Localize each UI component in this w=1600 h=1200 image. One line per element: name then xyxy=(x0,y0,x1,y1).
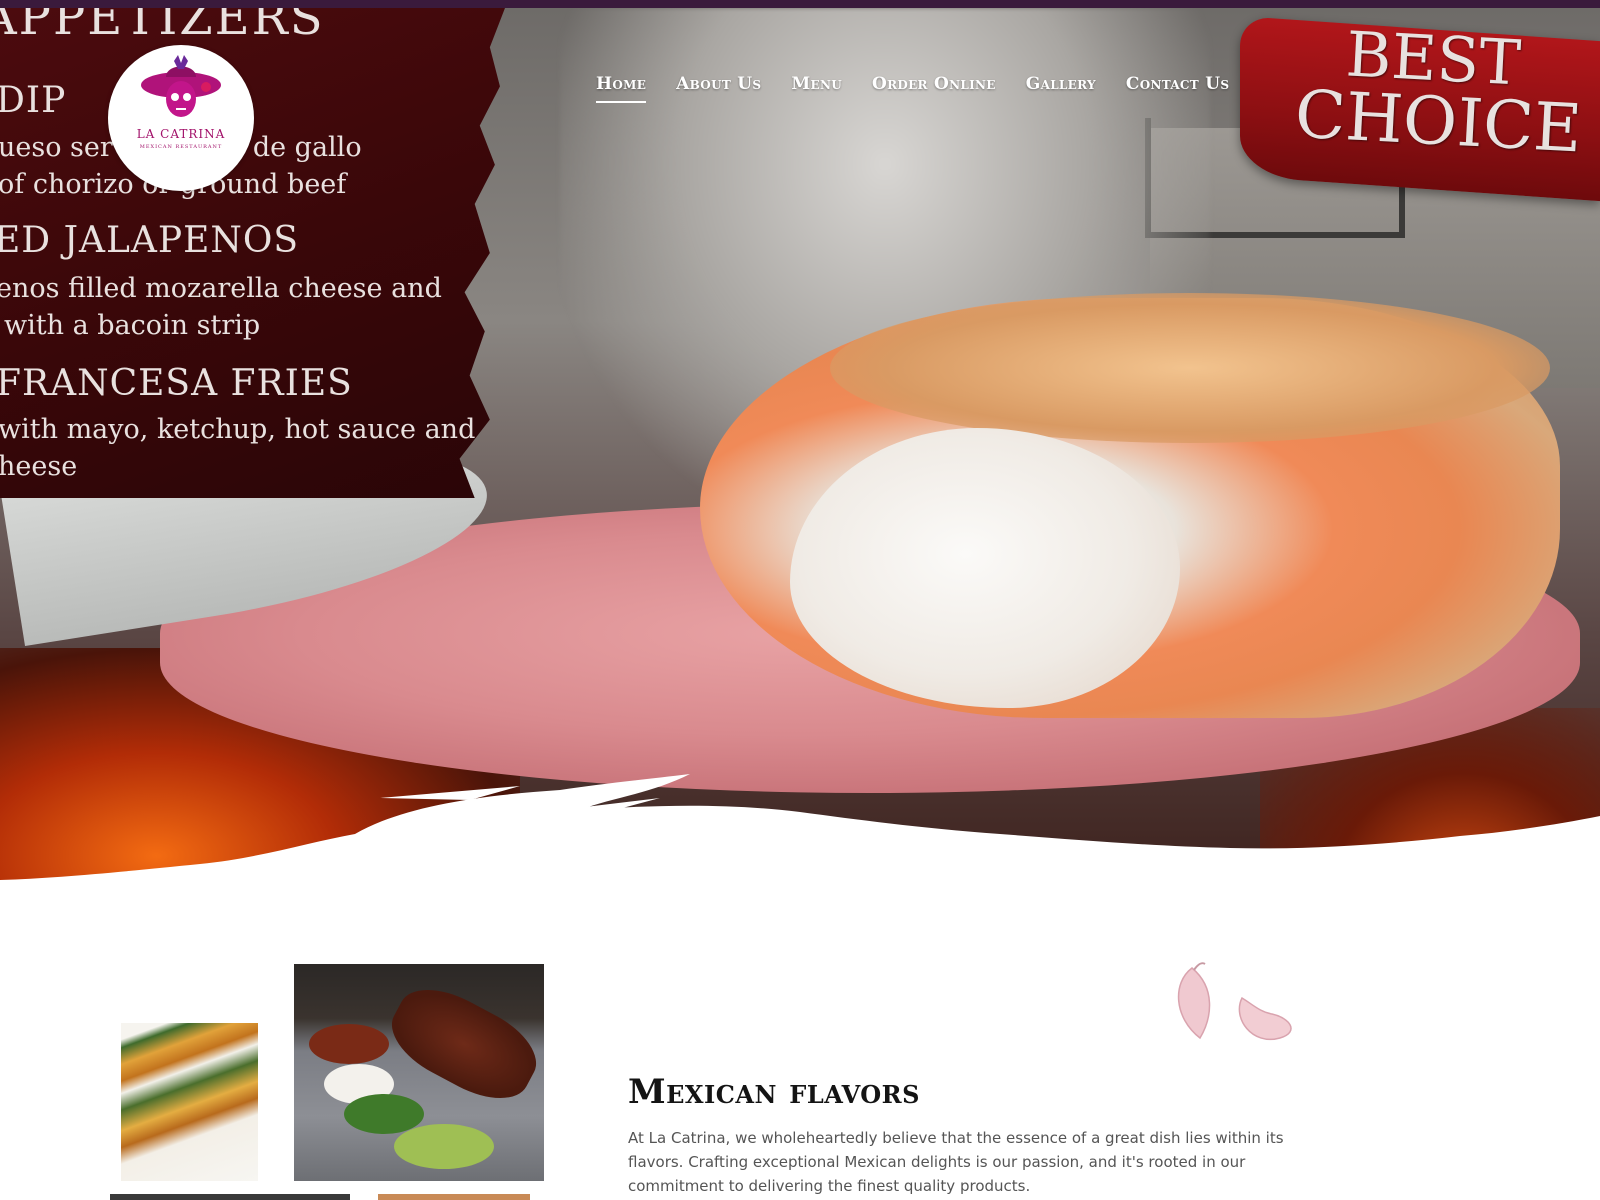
photo-meat xyxy=(379,973,544,1115)
logo-name: LA CATRINA xyxy=(136,127,226,141)
section-body: At La Catrina, we wholeheartedly believe… xyxy=(628,1129,1284,1195)
gallery-photo xyxy=(378,1194,530,1200)
grilled-plate-photo xyxy=(294,964,544,1181)
main-nav: Home About Us Menu Order Online Gallery … xyxy=(596,74,1229,103)
nav-contact-us[interactable]: Contact Us xyxy=(1126,74,1229,103)
top-bar xyxy=(0,0,1600,8)
stuffed-jalapenos-photo xyxy=(121,1023,258,1181)
menu-item-name: DIP xyxy=(0,80,67,121)
hero-dish-crust xyxy=(830,293,1550,443)
nav-home[interactable]: Home xyxy=(596,74,647,103)
catrina-skull-icon xyxy=(141,55,221,117)
menu-board-text: APPETIZERS DIP ueso served ... ico de ga… xyxy=(0,8,505,498)
menu-item-desc: with a bacoin strip xyxy=(4,310,261,341)
nav-menu[interactable]: Menu xyxy=(791,74,842,103)
gallery-photo xyxy=(110,1194,350,1200)
brush-stroke-divider xyxy=(0,774,1600,903)
photo-guacamole xyxy=(394,1124,494,1169)
menu-item-name: FRANCESA FRIES xyxy=(0,363,353,404)
menu-board-heading: APPETIZERS xyxy=(0,8,325,46)
menu-item-desc: enos filled mozarella cheese and xyxy=(0,273,442,304)
nav-gallery[interactable]: Gallery xyxy=(1026,74,1096,103)
nav-about-us[interactable]: About Us xyxy=(676,74,761,103)
ribbon-line-2: CHOICE xyxy=(1293,75,1584,168)
menu-item-desc: heese xyxy=(0,451,78,482)
hero-dish-filling xyxy=(790,428,1180,708)
section-title: Mexican flavors xyxy=(628,1072,920,1112)
menu-item-desc: with mayo, ketchup, hot sauce and xyxy=(0,414,476,445)
nav-order-online[interactable]: Order Online xyxy=(872,74,996,103)
logo[interactable]: LA CATRINA MEXICAN RESTAURANT xyxy=(108,45,254,191)
logo-tagline: MEXICAN RESTAURANT xyxy=(139,144,223,150)
photo-salsa xyxy=(309,1024,389,1064)
about-section: Mexican flavors At La Catrina, we wholeh… xyxy=(0,903,1600,1200)
menu-item-name: ED JALAPENOS xyxy=(0,220,300,261)
garlic-icon xyxy=(1177,962,1292,1041)
